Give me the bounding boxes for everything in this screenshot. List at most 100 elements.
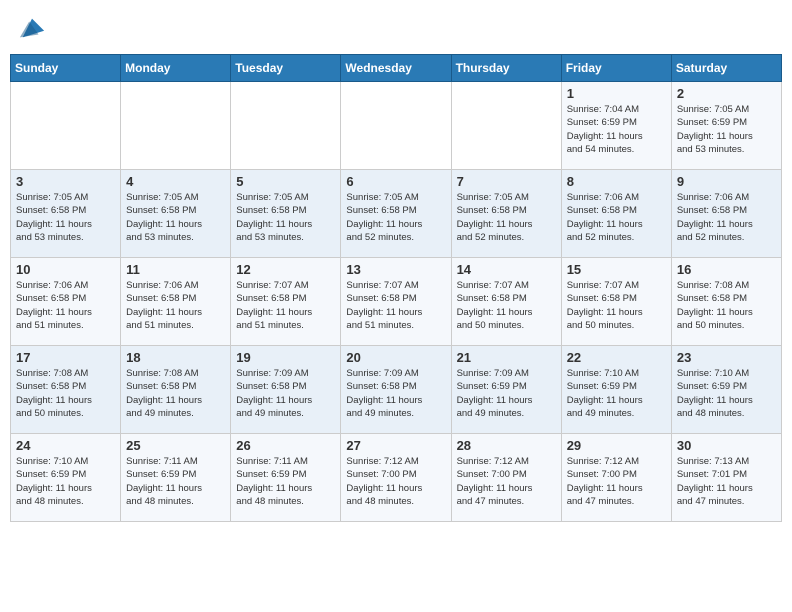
day-info: Sunrise: 7:08 AM Sunset: 6:58 PM Dayligh… [677,279,776,332]
day-header-sunday: Sunday [11,55,121,82]
day-info: Sunrise: 7:07 AM Sunset: 6:58 PM Dayligh… [567,279,666,332]
calendar-cell: 8 Sunrise: 7:06 AM Sunset: 6:58 PM Daylig… [561,170,671,258]
calendar-week-1: 1Sunrise: 7:04 AM Sunset: 6:59 PM Daylig… [11,82,782,170]
day-info: Sunrise: 7:11 AM Sunset: 6:59 PM Dayligh… [126,455,225,508]
calendar-cell: 18 Sunrise: 7:08 AM Sunset: 6:58 PM Dayli… [121,346,231,434]
calendar-cell: 20Sunrise: 7:09 AM Sunset: 6:58 PM Dayli… [341,346,451,434]
day-info: Sunrise: 7:06 AM Sunset: 6:58 PM Dayligh… [677,191,776,244]
day-info: Sunrise: 7:06 AM Sunset: 6:58 PM Dayligh… [567,191,666,244]
day-info: Sunrise: 7:12 AM Sunset: 7:00 PM Dayligh… [346,455,445,508]
day-header-tuesday: Tuesday [231,55,341,82]
day-number: 15 [567,262,666,277]
day-number: 18 [126,350,225,365]
day-header-saturday: Saturday [671,55,781,82]
calendar-cell [231,82,341,170]
day-header-thursday: Thursday [451,55,561,82]
calendar-cell [451,82,561,170]
logo [16,14,46,42]
calendar-table: SundayMondayTuesdayWednesdayThursdayFrid… [10,54,782,522]
day-header-friday: Friday [561,55,671,82]
calendar-cell [341,82,451,170]
calendar-cell: 25 Sunrise: 7:11 AM Sunset: 6:59 PM Dayli… [121,434,231,522]
day-number: 30 [677,438,776,453]
calendar-cell: 11 Sunrise: 7:06 AM Sunset: 6:58 PM Dayli… [121,258,231,346]
day-number: 10 [16,262,115,277]
day-info: Sunrise: 7:10 AM Sunset: 6:59 PM Dayligh… [677,367,776,420]
calendar-cell: 21Sunrise: 7:09 AM Sunset: 6:59 PM Dayli… [451,346,561,434]
calendar-cell: 14 Sunrise: 7:07 AM Sunset: 6:58 PM Dayli… [451,258,561,346]
calendar-cell: 22 Sunrise: 7:10 AM Sunset: 6:59 PM Dayli… [561,346,671,434]
day-number: 5 [236,174,335,189]
day-info: Sunrise: 7:06 AM Sunset: 6:58 PM Dayligh… [16,279,115,332]
calendar-week-5: 24 Sunrise: 7:10 AM Sunset: 6:59 PM Dayli… [11,434,782,522]
day-info: Sunrise: 7:10 AM Sunset: 6:59 PM Dayligh… [567,367,666,420]
calendar-week-4: 17 Sunrise: 7:08 AM Sunset: 6:58 PM Dayli… [11,346,782,434]
day-info: Sunrise: 7:07 AM Sunset: 6:58 PM Dayligh… [457,279,556,332]
day-number: 21 [457,350,556,365]
day-number: 23 [677,350,776,365]
day-info: Sunrise: 7:13 AM Sunset: 7:01 PM Dayligh… [677,455,776,508]
day-number: 11 [126,262,225,277]
day-number: 13 [346,262,445,277]
day-number: 17 [16,350,115,365]
day-number: 6 [346,174,445,189]
calendar-cell [121,82,231,170]
day-info: Sunrise: 7:08 AM Sunset: 6:58 PM Dayligh… [16,367,115,420]
day-info: Sunrise: 7:06 AM Sunset: 6:58 PM Dayligh… [126,279,225,332]
day-info: Sunrise: 7:11 AM Sunset: 6:59 PM Dayligh… [236,455,335,508]
day-number: 29 [567,438,666,453]
calendar-cell: 7 Sunrise: 7:05 AM Sunset: 6:58 PM Daylig… [451,170,561,258]
calendar-cell: 12Sunrise: 7:07 AM Sunset: 6:58 PM Dayli… [231,258,341,346]
day-info: Sunrise: 7:08 AM Sunset: 6:58 PM Dayligh… [126,367,225,420]
day-info: Sunrise: 7:05 AM Sunset: 6:58 PM Dayligh… [457,191,556,244]
calendar-header-row: SundayMondayTuesdayWednesdayThursdayFrid… [11,55,782,82]
calendar-cell: 19Sunrise: 7:09 AM Sunset: 6:58 PM Dayli… [231,346,341,434]
calendar-cell: 5 Sunrise: 7:05 AM Sunset: 6:58 PM Daylig… [231,170,341,258]
calendar-cell: 9 Sunrise: 7:06 AM Sunset: 6:58 PM Daylig… [671,170,781,258]
day-number: 27 [346,438,445,453]
calendar-cell: 30 Sunrise: 7:13 AM Sunset: 7:01 PM Dayli… [671,434,781,522]
calendar-cell [11,82,121,170]
calendar-cell: 10 Sunrise: 7:06 AM Sunset: 6:58 PM Dayli… [11,258,121,346]
day-number: 4 [126,174,225,189]
day-info: Sunrise: 7:05 AM Sunset: 6:58 PM Dayligh… [346,191,445,244]
calendar-cell: 13 Sunrise: 7:07 AM Sunset: 6:58 PM Dayli… [341,258,451,346]
day-info: Sunrise: 7:05 AM Sunset: 6:58 PM Dayligh… [126,191,225,244]
day-number: 7 [457,174,556,189]
day-number: 9 [677,174,776,189]
logo-icon [18,14,46,42]
calendar-cell: 15 Sunrise: 7:07 AM Sunset: 6:58 PM Dayli… [561,258,671,346]
calendar-cell: 4 Sunrise: 7:05 AM Sunset: 6:58 PM Daylig… [121,170,231,258]
day-number: 2 [677,86,776,101]
page-header [10,10,782,46]
calendar-cell: 6 Sunrise: 7:05 AM Sunset: 6:58 PM Daylig… [341,170,451,258]
calendar-cell: 27 Sunrise: 7:12 AM Sunset: 7:00 PM Dayli… [341,434,451,522]
day-number: 20 [346,350,445,365]
day-header-monday: Monday [121,55,231,82]
day-info: Sunrise: 7:05 AM Sunset: 6:58 PM Dayligh… [236,191,335,244]
day-info: Sunrise: 7:05 AM Sunset: 6:58 PM Dayligh… [16,191,115,244]
calendar-cell: 26Sunrise: 7:11 AM Sunset: 6:59 PM Dayli… [231,434,341,522]
day-number: 3 [16,174,115,189]
calendar-cell: 23 Sunrise: 7:10 AM Sunset: 6:59 PM Dayli… [671,346,781,434]
day-info: Sunrise: 7:07 AM Sunset: 6:58 PM Dayligh… [346,279,445,332]
calendar-week-2: 3 Sunrise: 7:05 AM Sunset: 6:58 PM Daylig… [11,170,782,258]
calendar-cell: 28Sunrise: 7:12 AM Sunset: 7:00 PM Dayli… [451,434,561,522]
day-number: 14 [457,262,556,277]
day-info: Sunrise: 7:04 AM Sunset: 6:59 PM Dayligh… [567,103,666,156]
calendar-cell: 16 Sunrise: 7:08 AM Sunset: 6:58 PM Dayli… [671,258,781,346]
day-info: Sunrise: 7:09 AM Sunset: 6:58 PM Dayligh… [236,367,335,420]
day-info: Sunrise: 7:10 AM Sunset: 6:59 PM Dayligh… [16,455,115,508]
day-number: 12 [236,262,335,277]
calendar-cell: 29Sunrise: 7:12 AM Sunset: 7:00 PM Dayli… [561,434,671,522]
day-number: 24 [16,438,115,453]
day-number: 16 [677,262,776,277]
day-number: 22 [567,350,666,365]
calendar-week-3: 10 Sunrise: 7:06 AM Sunset: 6:58 PM Dayli… [11,258,782,346]
calendar-cell: 1Sunrise: 7:04 AM Sunset: 6:59 PM Daylig… [561,82,671,170]
day-number: 8 [567,174,666,189]
calendar-cell: 24 Sunrise: 7:10 AM Sunset: 6:59 PM Dayli… [11,434,121,522]
day-info: Sunrise: 7:12 AM Sunset: 7:00 PM Dayligh… [457,455,556,508]
day-number: 25 [126,438,225,453]
calendar-cell: 17 Sunrise: 7:08 AM Sunset: 6:58 PM Dayli… [11,346,121,434]
